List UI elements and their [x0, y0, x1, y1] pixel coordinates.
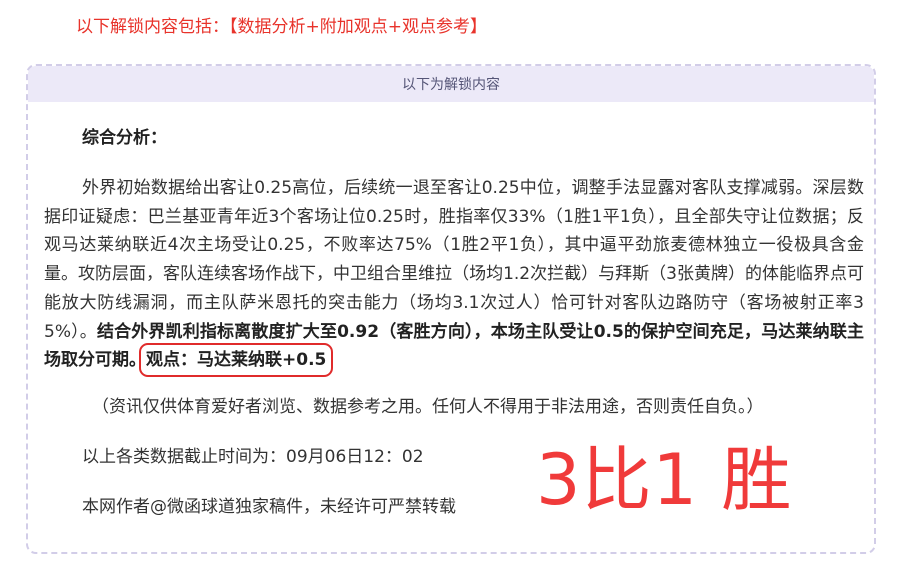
viewpoint-highlight: 观点：马达莱纳联+0.5 — [138, 343, 334, 378]
analysis-paragraph: 外界初始数据给出客让0.25高位，后续统一退至客让0.25中位，调整手法显露对客… — [44, 174, 864, 378]
disclaimer-text: （资讯仅供体育爱好者浏览、数据参考之用。任何人不得用于非法用途，否则责任自负。） — [92, 396, 764, 417]
section-title: 综合分析： — [82, 128, 167, 148]
analysis-text: 外界初始数据给出客让0.25高位，后续统一退至客让0.25中位，调整手法显露对客… — [44, 178, 864, 342]
unlock-summary-headline: 以下解锁内容包括：【数据分析+附加观点+观点参考】 — [76, 17, 487, 37]
score-prediction-overlay: 3比1 胜 — [536, 439, 793, 521]
card-header: 以下为解锁内容 — [28, 66, 874, 102]
